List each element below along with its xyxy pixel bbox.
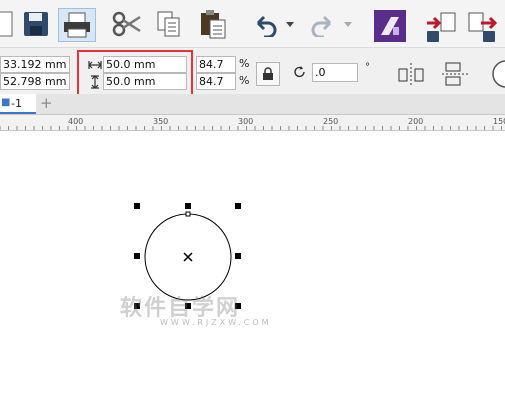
paste-icon[interactable] bbox=[196, 8, 230, 40]
selected-circle[interactable] bbox=[0, 131, 505, 404]
position-y-field[interactable]: 52.798 mm bbox=[0, 73, 70, 90]
percent-label-height: % bbox=[239, 74, 250, 87]
document-tab-label: -1 bbox=[11, 97, 22, 110]
print-icon[interactable] bbox=[58, 8, 96, 42]
selection-handle-top-right[interactable] bbox=[235, 203, 241, 209]
shape-ellipse-icon[interactable] bbox=[486, 58, 505, 90]
ruler-label-250: 250 bbox=[323, 117, 339, 126]
selection-handle-top[interactable] bbox=[185, 203, 191, 209]
position-x-field[interactable]: 33.192 mm bbox=[0, 56, 70, 73]
mirror-vertical-icon[interactable] bbox=[438, 60, 472, 88]
mirror-horizontal-icon[interactable] bbox=[394, 60, 428, 88]
scale-height-field[interactable]: 84.7 bbox=[196, 73, 236, 90]
rotation-angle-field[interactable]: .0 bbox=[312, 63, 358, 82]
redo-dropdown-icon[interactable] bbox=[342, 18, 354, 32]
app-launcher-icon[interactable] bbox=[374, 10, 406, 42]
rotate-icon bbox=[292, 64, 308, 80]
undo-dropdown-icon[interactable] bbox=[284, 18, 296, 32]
ruler-label-400: 400 bbox=[68, 117, 84, 126]
size-highlight-box bbox=[77, 50, 193, 98]
cut-icon[interactable] bbox=[110, 8, 144, 40]
save-icon[interactable] bbox=[20, 8, 52, 40]
redo-icon[interactable] bbox=[308, 14, 338, 38]
selection-handle-top-left[interactable] bbox=[134, 203, 140, 209]
selection-handle-left[interactable] bbox=[134, 253, 140, 259]
document-tab-marker: ■ bbox=[1, 97, 11, 108]
new-document-icon[interactable] bbox=[0, 8, 14, 40]
percent-label-width: % bbox=[239, 57, 250, 70]
property-bar: 33.192 mm 52.798 mm 50.0 mm 50.0 mm 84.7… bbox=[0, 48, 505, 94]
ruler-label-300: 300 bbox=[238, 117, 254, 126]
degree-label: ° bbox=[365, 62, 370, 73]
lock-ratio-icon[interactable] bbox=[256, 62, 280, 86]
ruler-label-200: 200 bbox=[408, 117, 424, 126]
scale-width-field[interactable]: 84.7 bbox=[196, 56, 236, 73]
selection-handle-right[interactable] bbox=[235, 253, 241, 259]
standard-toolbar bbox=[0, 0, 505, 47]
ruler-label-150: 150 bbox=[493, 117, 505, 126]
watermark-url: WWW.RJZXW.COM bbox=[160, 318, 272, 327]
import-icon[interactable] bbox=[424, 10, 458, 44]
ruler-label-350: 350 bbox=[153, 117, 169, 126]
add-tab-button[interactable]: + bbox=[40, 94, 53, 112]
copy-icon[interactable] bbox=[152, 8, 186, 40]
undo-icon[interactable] bbox=[250, 14, 280, 38]
drawing-canvas[interactable] bbox=[0, 131, 505, 404]
horizontal-ruler: 400 350 300 250 200 150 bbox=[0, 115, 505, 131]
export-icon[interactable] bbox=[466, 10, 500, 44]
document-tab[interactable]: ■ -1 bbox=[0, 94, 36, 114]
document-tab-bar: ■ -1 + bbox=[0, 94, 505, 115]
